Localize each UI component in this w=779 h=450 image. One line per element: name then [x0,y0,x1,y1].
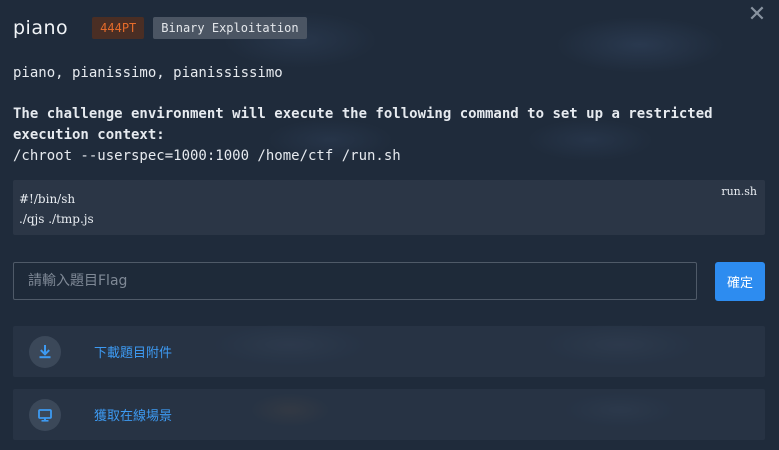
get-online-scene-label: 獲取在線場景 [94,409,173,424]
setup-text-line1: The challenge environment will execute t… [13,106,713,122]
download-attachment-button[interactable]: 下載題目附件 [13,326,765,377]
points-badge: 444PT [92,17,145,39]
code-content: #!/bin/sh ./qjs ./tmp.js [19,189,94,229]
close-icon[interactable]: ✕ [747,4,767,26]
flag-input[interactable] [13,262,697,300]
submit-button[interactable]: 確定 [715,262,765,301]
download-icon [29,335,61,368]
code-line: ./qjs ./tmp.js [19,212,94,226]
code-line: #!/bin/sh [19,192,76,206]
get-online-scene-button[interactable]: 獲取在線場景 [13,389,765,440]
challenge-header: piano 444PT Binary Exploitation [13,17,307,39]
challenge-dialog: ✕ piano 444PT Binary Exploitation piano,… [0,0,779,450]
challenge-description: piano, pianissimo, pianississimo The cha… [13,63,763,167]
challenge-subtitle: piano, pianissimo, pianississimo [13,65,283,81]
category-badge: Binary Exploitation [153,17,307,39]
monitor-icon [29,398,61,431]
code-filename: run.sh [721,185,757,198]
setup-text-line2: execution context: [13,127,165,143]
challenge-title: piano [13,17,69,39]
download-attachment-label: 下載題目附件 [94,346,173,361]
code-block: run.sh #!/bin/sh ./qjs ./tmp.js [13,180,765,235]
setup-command: /chroot --userspec=1000:1000 /home/ctf /… [13,148,401,164]
